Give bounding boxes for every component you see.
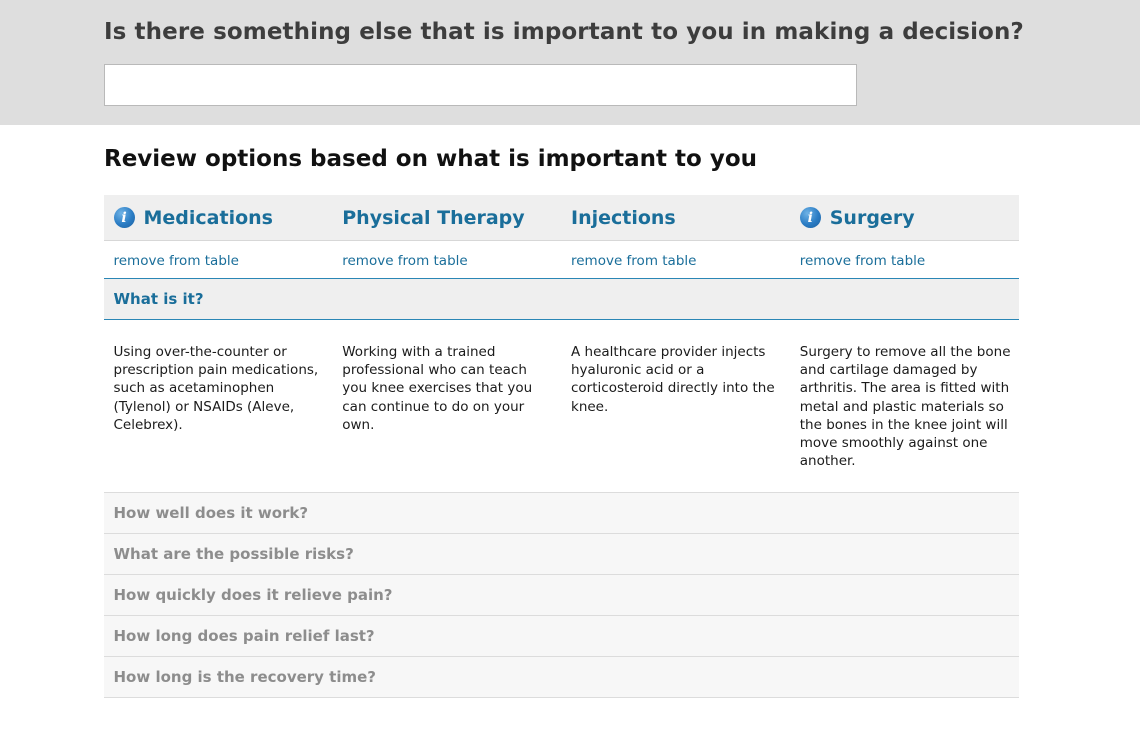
section-label: How well does it work? [113,504,309,522]
option-name: Surgery [829,206,915,229]
decision-panel: Is there something else that is importan… [0,0,1140,125]
option-header-injections: Injections [562,195,791,240]
option-header-physical-therapy: Physical Therapy [333,195,562,240]
option-name: Physical Therapy [342,206,525,229]
remove-surgery-link[interactable]: remove from table [800,253,925,269]
section-label: How quickly does it relieve pain? [113,586,393,604]
description-row: Using over-the-counter or prescription p… [104,320,1019,493]
decision-answer-input[interactable] [104,64,857,106]
section-how-long-pain-relief-lasts[interactable]: How long does pain relief last? [104,616,1019,657]
review-title: Review options based on what is importan… [104,146,758,172]
section-how-quickly-relieve-pain[interactable]: How quickly does it relieve pain? [104,575,1019,616]
option-description: Using over-the-counter or prescription p… [113,344,319,433]
option-header-surgery: i Surgery [790,195,1019,240]
section-recovery-time[interactable]: How long is the recovery time? [104,657,1019,698]
section-what-is-it[interactable]: What is it? [104,278,1019,320]
remove-injections-link[interactable]: remove from table [571,253,696,269]
section-how-well-does-it-work[interactable]: How well does it work? [104,493,1019,534]
info-icon[interactable]: i [799,207,821,228]
option-header-medications: i Medications [104,195,333,240]
remove-physical-therapy-link[interactable]: remove from table [342,253,467,269]
option-description: Working with a trained professional who … [342,344,533,433]
info-icon[interactable]: i [113,207,135,228]
option-description: Surgery to remove all the bone and carti… [799,344,1011,470]
option-name: Medications [143,206,273,229]
section-possible-risks[interactable]: What are the possible risks? [104,534,1019,575]
options-header-row: i Medications Physical Therapy Injection… [104,195,1019,240]
section-label: What is it? [113,290,204,308]
section-label: How long does pain relief last? [113,627,375,645]
option-description: A healthcare provider injects hyaluronic… [571,344,775,415]
section-label: How long is the recovery time? [113,668,377,686]
section-label: What are the possible risks? [113,545,354,563]
remove-links-row: remove from table remove from table remo… [104,240,1019,278]
remove-medications-link[interactable]: remove from table [114,253,239,269]
options-table: i Medications Physical Therapy Injection… [104,195,1019,698]
option-name: Injections [571,206,676,229]
decision-question: Is there something else that is importan… [104,19,1024,45]
